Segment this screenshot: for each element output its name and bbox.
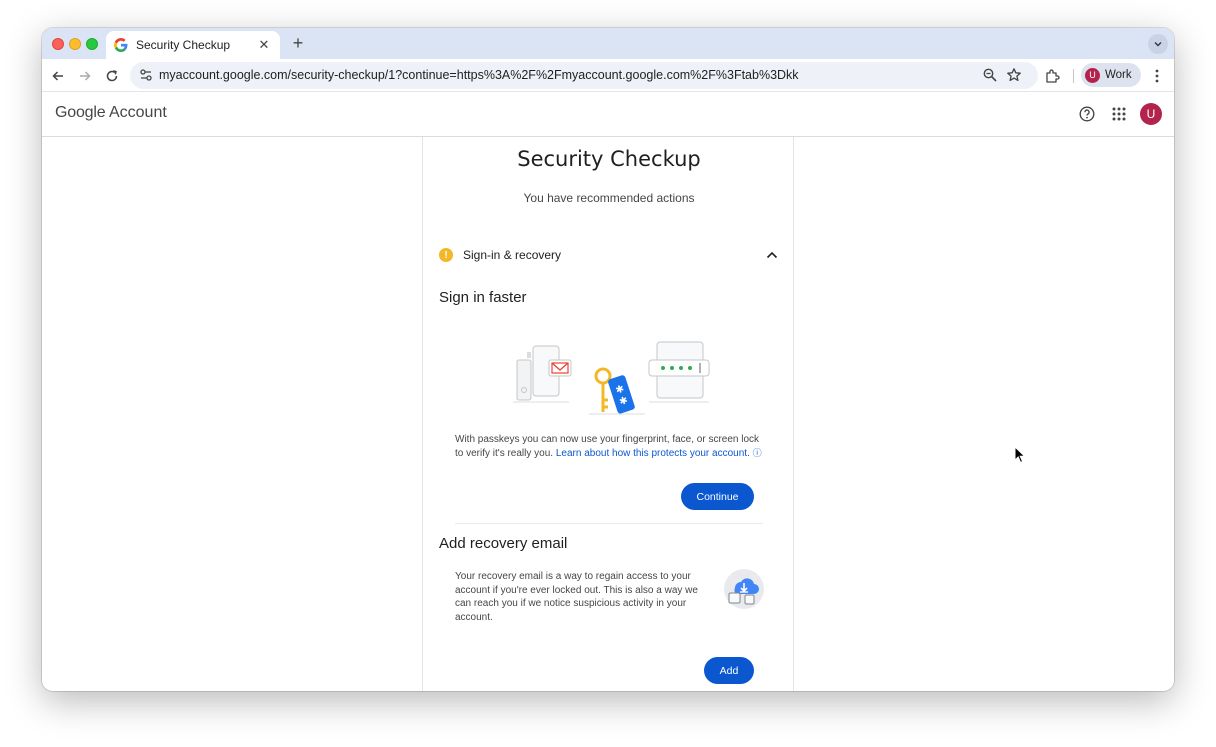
section-sign-in-recovery[interactable]: ! Sign-in & recovery [439, 245, 779, 265]
forward-button[interactable] [75, 66, 95, 86]
chevron-up-icon[interactable] [765, 248, 779, 262]
site-info-icon[interactable] [138, 67, 154, 83]
section-divider [455, 523, 763, 524]
arrow-right-icon [80, 71, 91, 81]
section-label: Sign-in & recovery [463, 248, 562, 262]
google-account-logo[interactable]: Google Account [55, 104, 167, 122]
sign-in-faster-heading: Sign in faster [439, 289, 527, 306]
minimize-window-button[interactable] [69, 38, 81, 50]
brand-google: Google [55, 104, 106, 121]
tab-title: Security Checkup [136, 38, 231, 52]
close-tab-icon[interactable]: ✕ [256, 37, 272, 53]
help-icon[interactable] [1079, 106, 1095, 122]
maximize-window-button[interactable] [86, 38, 98, 50]
passkey-description: With passkeys you can now use your finge… [455, 433, 767, 460]
profile-label: Work [1105, 69, 1132, 81]
toolbar-divider [1073, 69, 1074, 83]
browser-toolbar: myaccount.google.com/security-checkup/1?… [42, 59, 1174, 92]
address-bar[interactable]: myaccount.google.com/security-checkup/1?… [130, 62, 1038, 89]
reload-icon [106, 70, 118, 82]
reload-button[interactable] [102, 66, 122, 86]
add-button[interactable]: Add [704, 657, 754, 684]
apps-grid-icon[interactable] [1112, 107, 1126, 121]
bookmark-star-icon[interactable] [1006, 67, 1022, 83]
tab-search-button[interactable] [1148, 34, 1168, 54]
browser-window: Security Checkup ✕ + myaccount.google.co… [42, 28, 1174, 691]
brand-account: Account [108, 104, 167, 121]
security-checkup-card: Security Checkup You have recommended ac… [422, 137, 794, 691]
account-avatar[interactable]: U [1140, 103, 1162, 125]
warning-icon: ! [439, 248, 453, 262]
page-subtitle: You have recommended actions [523, 191, 695, 205]
passkey-illustration: ✱ ✱ [513, 341, 710, 415]
profile-button[interactable]: U Work [1081, 63, 1141, 87]
profile-avatar: U [1085, 67, 1100, 83]
url-text[interactable]: myaccount.google.com/security-checkup/1?… [159, 68, 799, 82]
page-content: Security Checkup You have recommended ac… [42, 137, 1174, 691]
learn-more-link[interactable]: Learn about how this protects your accou… [556, 448, 750, 459]
tab-strip: Security Checkup ✕ + [42, 28, 1174, 59]
google-account-header: Google Account U [42, 92, 1174, 137]
mouse-cursor-icon [1014, 446, 1026, 464]
arrow-left-icon [52, 71, 63, 81]
browser-menu-icon[interactable] [1150, 67, 1164, 85]
continue-button[interactable]: Continue [681, 483, 754, 510]
recovery-email-illustration [724, 569, 764, 609]
new-tab-button[interactable]: + [288, 33, 308, 54]
add-recovery-email-heading: Add recovery email [439, 535, 568, 552]
info-icon: ⓘ [752, 447, 762, 458]
zoom-icon[interactable] [982, 67, 998, 83]
page-title: Security Checkup [517, 147, 701, 171]
chevron-down-icon [1154, 42, 1162, 47]
recovery-email-description: Your recovery email is a way to regain a… [455, 571, 698, 623]
extensions-icon[interactable] [1044, 67, 1062, 85]
back-button[interactable] [48, 66, 68, 86]
tab-security-checkup[interactable]: Security Checkup ✕ [106, 31, 280, 59]
google-g-icon [114, 38, 128, 52]
close-window-button[interactable] [52, 38, 64, 50]
